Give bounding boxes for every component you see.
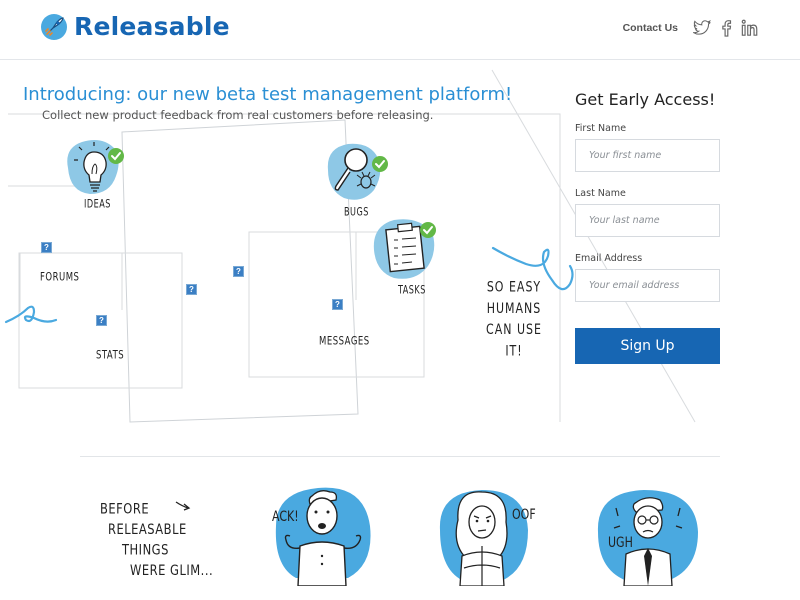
header-nav: Contact Us (623, 18, 760, 38)
first-name-label: First Name (575, 123, 627, 134)
tagline-line: HUMANS (486, 300, 542, 317)
section-divider (80, 456, 720, 457)
first-name-input[interactable] (575, 139, 720, 172)
annoyed-woman-illustration (439, 490, 528, 586)
hero-subtitle: Collect new product feedback from real c… (42, 108, 434, 122)
tagline-line: CAN USE IT! (486, 321, 542, 360)
feature-tasks: TASKS (372, 216, 442, 302)
box-label-stats: STATS (96, 349, 125, 363)
broken-image-icon: ? (233, 266, 244, 277)
lightbulb-icon (67, 140, 124, 194)
linkedin-icon[interactable] (740, 18, 760, 38)
story-line: BEFORE (100, 500, 150, 518)
sign-up-button[interactable]: Sign Up (575, 328, 720, 364)
brand-name: Releasable (74, 12, 230, 41)
exclaim-oof: OOF (512, 506, 536, 523)
broken-image-icon: ? (96, 315, 107, 326)
tagline-text: SO EASY HUMANS CAN USE IT! (478, 277, 550, 362)
feature-label-bugs: BUGS (344, 206, 369, 220)
email-label: Email Address (575, 253, 643, 264)
email-input[interactable] (575, 269, 720, 302)
broken-image-icon: ? (41, 242, 52, 253)
twitter-icon[interactable] (692, 18, 712, 38)
tagline-line: SO EASY (486, 279, 542, 296)
logo[interactable]: Releasable (40, 12, 230, 41)
feature-label-tasks: TASKS (398, 284, 426, 298)
arrow-icon (175, 501, 191, 511)
exclaim-ugh: UGH (608, 534, 633, 551)
feature-bugs: BUGS (326, 142, 396, 222)
rocket-icon (41, 13, 67, 40)
feature-ideas: IDEAS (62, 138, 132, 218)
box-label-messages: MESSAGES (319, 335, 370, 349)
broken-image-icon: ? (186, 284, 197, 295)
contact-us-link[interactable]: Contact Us (623, 22, 678, 34)
broken-image-icon: ? (332, 299, 343, 310)
magnifier-bug-icon (327, 143, 388, 200)
story-line: RELEASABLE (108, 520, 187, 538)
exclaim-ack: ACK! (272, 508, 299, 525)
site-header: Releasable Contact Us (0, 0, 800, 60)
story-line: WERE GLIM... (130, 561, 214, 579)
signup-form: Get Early Access! First Name Last Name E… (575, 90, 720, 364)
box-label-forums: FORUMS (40, 271, 80, 285)
feature-label-ideas: IDEAS (84, 198, 111, 212)
signup-title: Get Early Access! (575, 90, 716, 109)
frustrated-man-illustration (275, 487, 371, 586)
story-text: BEFORE RELEASABLE THINGS WERE GLIM... (100, 499, 213, 581)
story-line: THINGS (122, 541, 169, 558)
last-name-label: Last Name (575, 188, 626, 199)
clipboard-icon (373, 219, 436, 279)
hero-title: Introducing: our new beta test managemen… (23, 84, 513, 105)
last-name-input[interactable] (575, 204, 720, 237)
facebook-icon[interactable] (716, 18, 736, 38)
